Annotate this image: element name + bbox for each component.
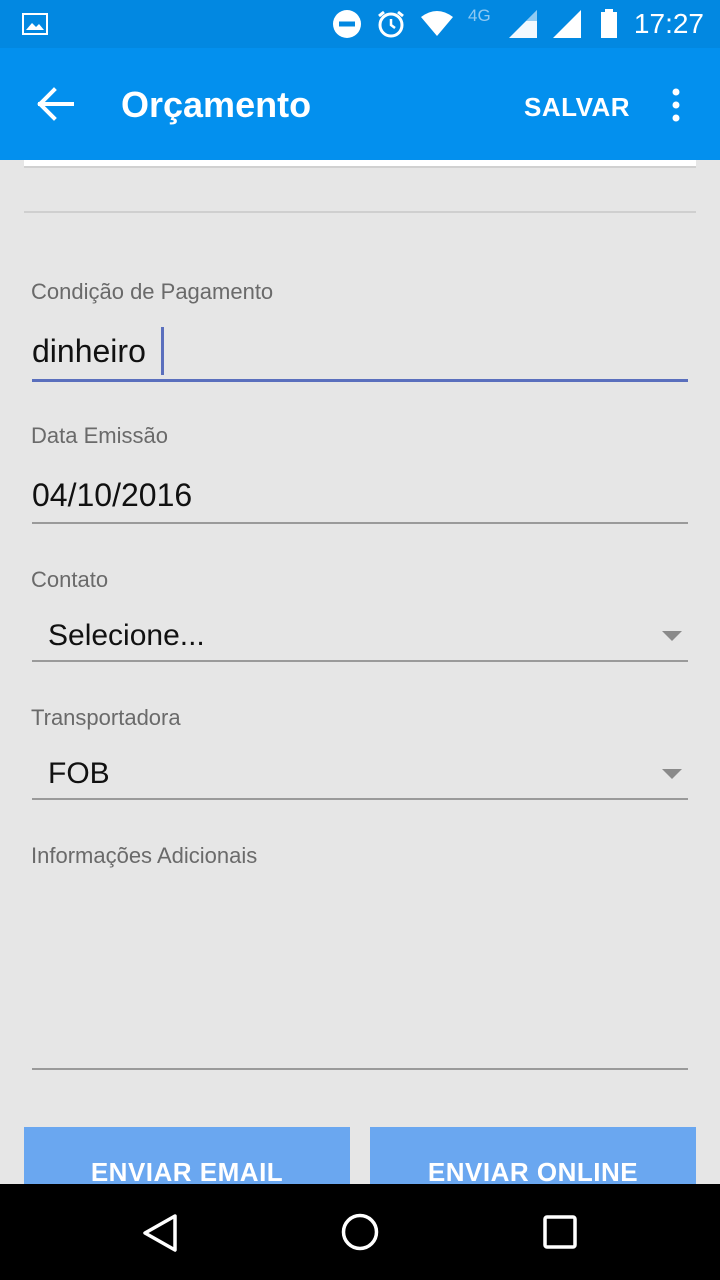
page-title: Orçamento <box>121 84 312 125</box>
form-content[interactable]: Condição de Pagamento dinheiro Data Emis… <box>0 160 720 1184</box>
dropdown-arrow-icon[interactable] <box>662 631 682 641</box>
send-email-button[interactable]: ENVIAR EMAIL <box>24 1127 350 1184</box>
back-arrow-icon[interactable] <box>36 86 76 122</box>
contact-label: Contato <box>31 567 109 592</box>
carrier-underline <box>32 798 688 800</box>
more-options-icon[interactable] <box>668 88 684 122</box>
payment-condition-input[interactable]: dinheiro <box>32 333 146 370</box>
signal-icon <box>552 0 582 48</box>
payment-condition-underline <box>32 379 688 382</box>
contact-underline <box>32 660 688 662</box>
recents-nav-icon[interactable] <box>543 1215 577 1249</box>
contact-select[interactable]: Selecione... <box>48 619 205 653</box>
save-button[interactable]: SALVAR <box>524 92 630 123</box>
divider <box>24 211 696 213</box>
home-nav-icon[interactable] <box>340 1212 380 1252</box>
additional-info-underline <box>32 1068 688 1070</box>
text-cursor <box>161 327 164 375</box>
do-not-disturb-icon <box>332 0 362 48</box>
image-icon <box>22 0 48 48</box>
carrier-label: Transportadora <box>31 705 181 730</box>
network-type-label: 4G <box>468 6 491 25</box>
payment-condition-label: Condição de Pagamento <box>31 279 274 304</box>
issue-date-underline <box>32 522 688 524</box>
issue-date-input[interactable]: 04/10/2016 <box>32 477 192 514</box>
additional-info-label: Informações Adicionais <box>31 843 258 868</box>
back-nav-icon[interactable] <box>142 1214 178 1252</box>
clock: 17:27 <box>633 8 704 39</box>
carrier-select[interactable]: FOB <box>48 757 110 791</box>
status-bar: 4G 17:27 <box>0 0 720 48</box>
app-bar: Orçamento SALVAR <box>0 48 720 160</box>
send-online-button[interactable]: ENVIAR ONLINE <box>370 1127 696 1184</box>
issue-date-label: Data Emissão <box>31 423 168 448</box>
signal-icon <box>508 0 538 48</box>
alarm-icon <box>376 0 406 48</box>
partially-visible-field[interactable] <box>24 160 696 168</box>
wifi-icon <box>420 0 454 48</box>
dropdown-arrow-icon[interactable] <box>662 769 682 779</box>
navigation-bar <box>0 1184 720 1280</box>
additional-info-textarea[interactable] <box>32 890 688 1060</box>
battery-icon <box>600 0 618 48</box>
